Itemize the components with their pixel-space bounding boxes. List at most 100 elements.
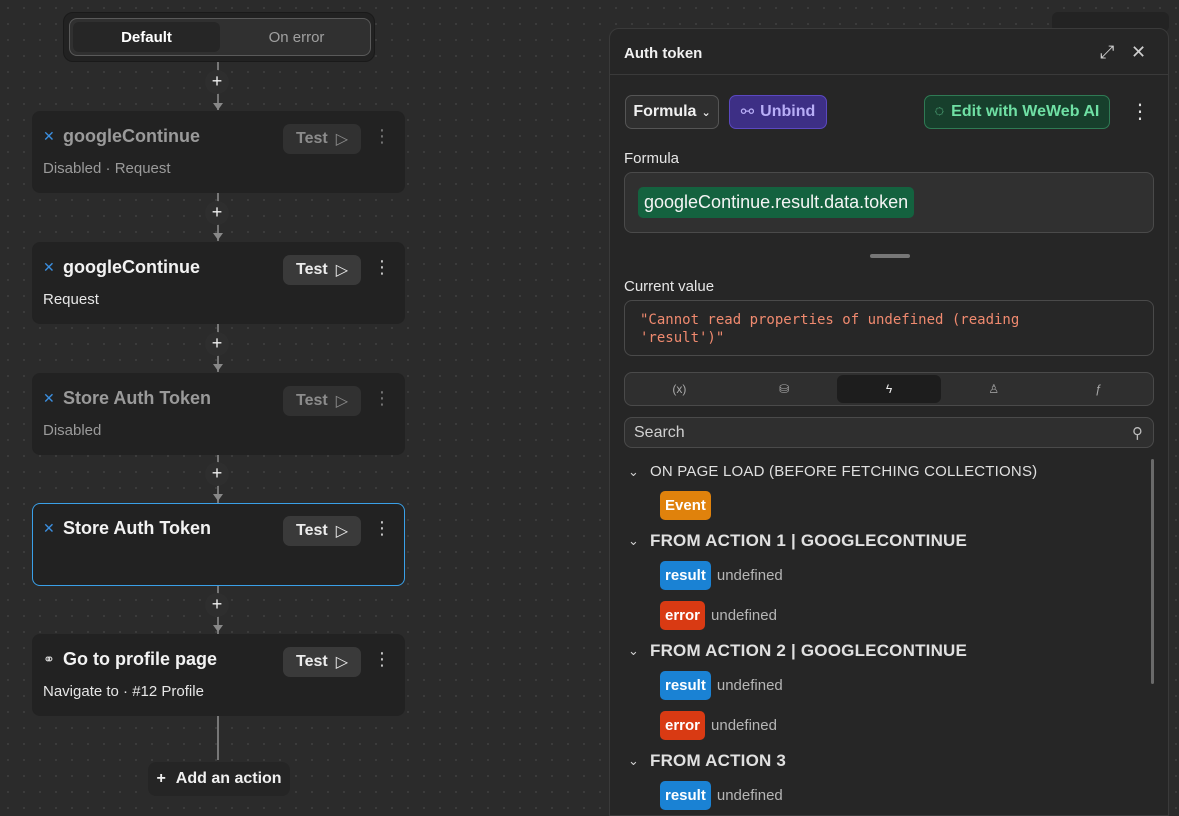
arrow-icon	[213, 364, 223, 371]
unlink-icon: ⚯	[740, 104, 755, 121]
binding-mode-dropdown[interactable]: Formula ⌄	[625, 95, 719, 129]
section-header[interactable]: ⌄ FROM ACTION 3	[628, 751, 786, 771]
section-title: ON PAGE LOAD (BEFORE FETCHING COLLECTION…	[650, 463, 1038, 480]
more-options-icon[interactable]: ⋮	[373, 388, 391, 409]
formula-token[interactable]: googleContinue.result.data.token	[638, 187, 915, 218]
action-subtitle: Request	[43, 291, 99, 308]
database-icon[interactable]: ⛁	[732, 375, 837, 403]
action-card[interactable]: ✕ googleContinue Request Test ▷ ⋮	[32, 242, 405, 324]
more-options-icon[interactable]: ⋮	[373, 518, 391, 539]
current-value-label: Current value	[624, 278, 715, 295]
panel-title: Auth token	[624, 45, 703, 62]
search-input[interactable]	[625, 418, 1115, 447]
panel-header: Auth token ⤢ ✕	[610, 29, 1168, 75]
more-options-icon[interactable]: ⋮	[373, 649, 391, 670]
unbind-label: Unbind	[760, 103, 816, 120]
item-value: undefined	[711, 607, 777, 624]
resize-handle[interactable]	[870, 254, 910, 258]
more-options-icon[interactable]: ⋮	[373, 257, 391, 278]
insert-action-button[interactable]: +	[205, 462, 229, 486]
arrow-icon	[213, 625, 223, 632]
unbind-button[interactable]: ⚯ Unbind	[729, 95, 827, 129]
result-tag[interactable]: result	[660, 781, 711, 810]
tab-default[interactable]: Default	[73, 22, 220, 52]
function-icon[interactable]: ƒ	[1046, 375, 1151, 403]
section-title: FROM ACTION 3	[650, 751, 787, 770]
section-header[interactable]: ⌄ ON PAGE LOAD (BEFORE FETCHING COLLECTI…	[628, 463, 1037, 480]
link-icon: ⚭	[43, 651, 55, 667]
connector-line	[217, 716, 219, 760]
scrollbar[interactable]	[1151, 459, 1154, 684]
play-icon: ▷	[335, 393, 349, 410]
action-card[interactable]: ✕ Store Auth Token Disabled Test ▷ ⋮	[32, 373, 405, 455]
add-action-label: Add an action	[175, 770, 282, 787]
list-item[interactable]: error undefined	[660, 711, 777, 740]
list-item[interactable]: result undefined	[660, 561, 783, 590]
insert-action-button[interactable]: +	[205, 70, 229, 94]
lightning-icon[interactable]: ϟ	[836, 375, 942, 403]
arrow-icon	[213, 103, 223, 110]
workflow-branch-switch: Default On error	[63, 12, 375, 62]
formula-panel: Auth token ⤢ ✕ Formula ⌄ ⚯ Unbind ◌ Edit…	[609, 28, 1169, 816]
branch-segmented-control: Default On error	[69, 18, 371, 56]
result-tag[interactable]: result	[660, 671, 711, 700]
action-subtitle: Disabled · Request	[43, 160, 171, 177]
tab-on-error[interactable]: On error	[223, 19, 370, 55]
action-subtitle: Disabled	[43, 422, 102, 439]
section-header[interactable]: ⌄ FROM ACTION 1 | GOOGLECONTINUE	[628, 531, 967, 551]
item-value: undefined	[716, 787, 783, 804]
add-action-button[interactable]: + Add an action	[148, 762, 290, 796]
arrow-icon	[213, 494, 223, 501]
chevron-down-icon: ⌄	[628, 533, 639, 548]
plus-icon: +	[156, 770, 166, 787]
test-action-button[interactable]: Test ▷	[283, 647, 361, 677]
test-action-button[interactable]: Test ▷	[283, 255, 361, 285]
test-action-button[interactable]: Test ▷	[283, 386, 361, 416]
insert-action-button[interactable]: +	[205, 593, 229, 617]
play-icon: ▷	[335, 262, 349, 279]
search-icon: ⚲	[1132, 425, 1143, 442]
arrow-icon	[213, 233, 223, 240]
request-icon: ✕	[43, 128, 55, 144]
user-icon[interactable]: ♙	[941, 375, 1046, 403]
more-options-icon[interactable]: ⋮	[1130, 99, 1150, 124]
item-value: undefined	[711, 717, 777, 734]
section-header[interactable]: ⌄ FROM ACTION 2 | GOOGLECONTINUE	[628, 641, 967, 661]
test-action-button[interactable]: Test ▷	[283, 516, 361, 546]
variable-icon: ✕	[43, 520, 55, 536]
formula-label: Formula	[624, 150, 680, 167]
list-item[interactable]: result undefined	[660, 671, 783, 700]
chevron-down-icon: ⌄	[628, 753, 639, 768]
action-card[interactable]: ⚭ Go to profile page Navigate to · #12 P…	[32, 634, 405, 716]
more-options-icon[interactable]: ⋮	[373, 126, 391, 147]
action-card[interactable]: ✕ googleContinue Disabled · Request Test…	[32, 111, 405, 193]
error-tag[interactable]: error	[660, 601, 706, 630]
list-item[interactable]: result undefined	[660, 781, 783, 810]
chevron-down-icon: ⌄	[628, 463, 639, 479]
test-label: Test	[295, 522, 328, 539]
test-label: Test	[295, 392, 328, 409]
expand-icon[interactable]: ⤢	[1100, 42, 1114, 63]
action-title: Store Auth Token	[63, 388, 211, 408]
close-icon[interactable]: ✕	[1131, 42, 1146, 63]
list-item[interactable]: Event	[660, 491, 711, 520]
event-tag[interactable]: Event	[660, 491, 711, 520]
formula-editor[interactable]: googleContinue.result.data.token	[624, 172, 1154, 233]
test-action-button[interactable]: Test ▷	[283, 124, 361, 154]
section-title: FROM ACTION 2 | GOOGLECONTINUE	[650, 641, 968, 660]
item-value: undefined	[716, 567, 783, 584]
result-tag[interactable]: result	[660, 561, 711, 590]
insert-action-button[interactable]: +	[205, 332, 229, 356]
insert-action-button[interactable]: +	[205, 201, 229, 225]
list-item[interactable]: error undefined	[660, 601, 777, 630]
action-title: Store Auth Token	[63, 518, 211, 538]
edit-with-ai-button[interactable]: ◌ Edit with WeWeb AI	[924, 95, 1110, 129]
variable-x-icon[interactable]: (x)	[627, 375, 732, 403]
action-card-selected[interactable]: ✕ Store Auth Token Test ▷ ⋮	[32, 503, 405, 586]
variable-icon: ✕	[43, 390, 55, 406]
search-field: ⚲	[624, 417, 1154, 448]
error-tag[interactable]: error	[660, 711, 706, 740]
ai-chat-icon: ◌	[934, 103, 945, 120]
data-source-tabs: (x) ⛁ ϟ ♙ ƒ	[624, 372, 1154, 406]
play-icon: ▷	[335, 131, 349, 148]
